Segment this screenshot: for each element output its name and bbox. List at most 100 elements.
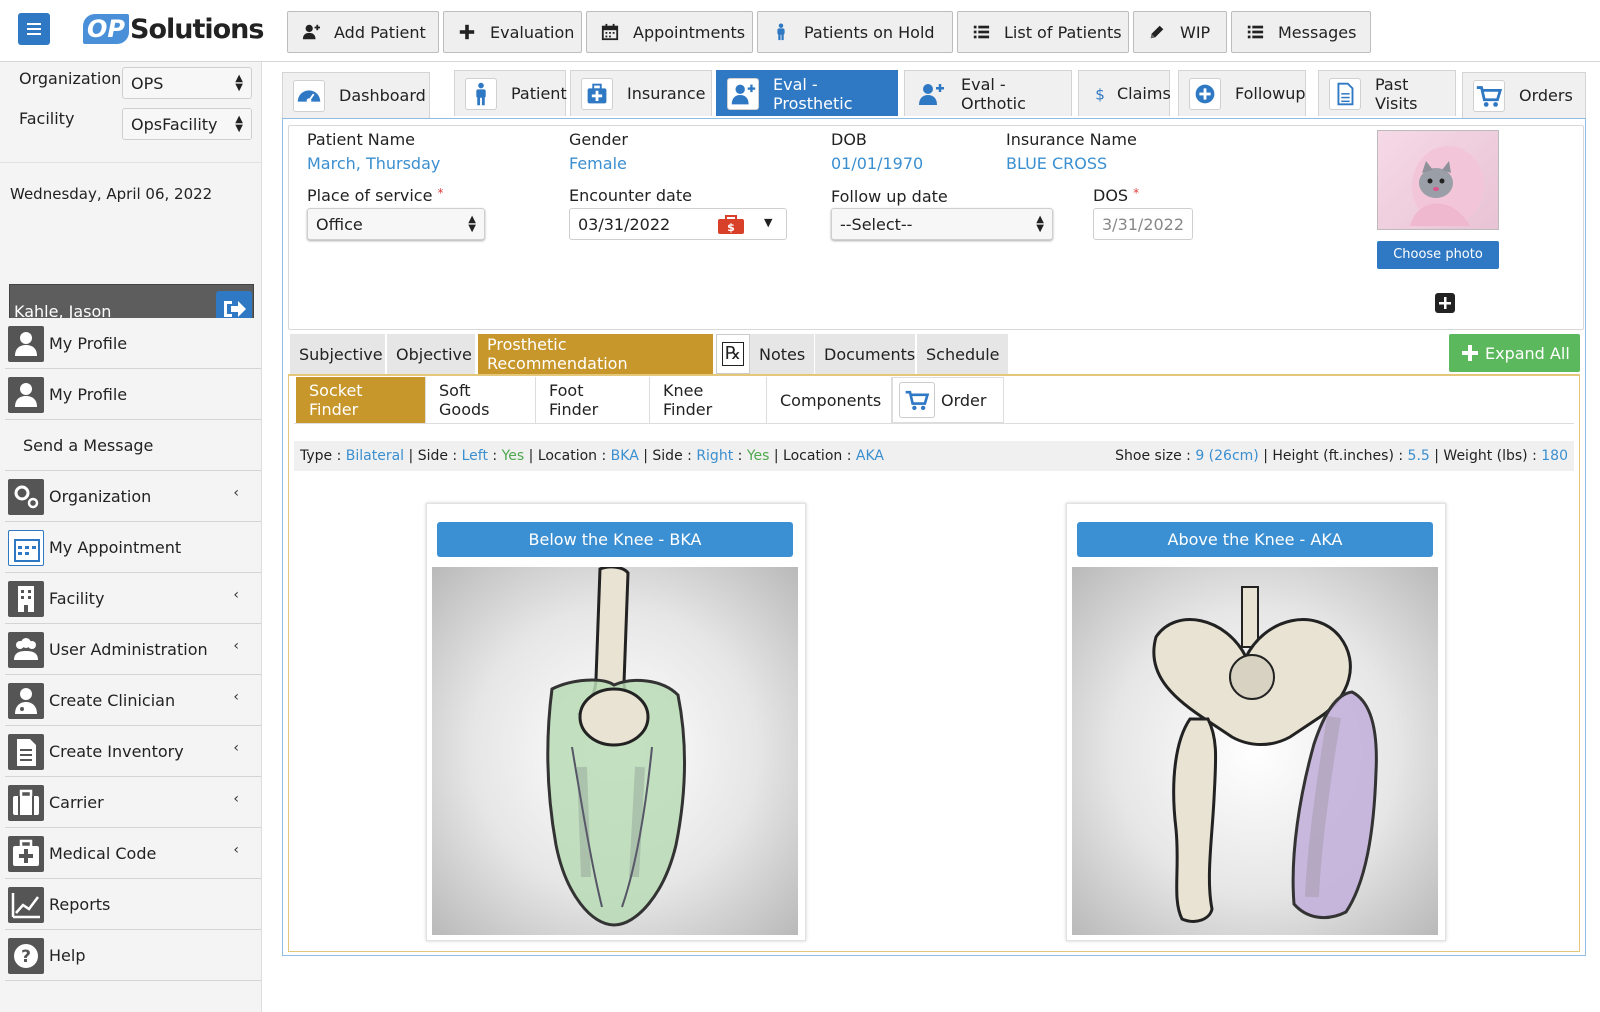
menu-toggle-icon[interactable] [18, 13, 50, 45]
sidebar-item-organization[interactable]: Organization ‹ [5, 471, 261, 522]
pencil-icon [1150, 25, 1164, 39]
patient-name-label: Patient Name [307, 130, 415, 149]
sidebar-item-reports[interactable]: Reports [5, 879, 261, 930]
add-user-icon [915, 78, 947, 110]
users-icon [8, 632, 44, 668]
plus-icon [1462, 345, 1478, 361]
patient-info-box: Patient Name March, Thursday Gender Fema… [288, 125, 1584, 330]
tab-insurance[interactable]: Insurance [570, 70, 712, 116]
facility-select-value: OpsFacility [131, 115, 218, 134]
cart-icon [899, 382, 935, 418]
organization-select[interactable]: OPS ▲ ▼ [122, 67, 252, 99]
separator: | [1434, 448, 1439, 464]
finder-tab-knee-finder[interactable]: Knee Finder [650, 377, 767, 423]
encounter-date-field[interactable]: 03/31/2022 $ ▼ [569, 208, 787, 240]
sidebar-item-facility[interactable]: Facility ‹ [5, 573, 261, 624]
subtab-objective[interactable]: Objective [387, 334, 476, 374]
finder-tab-label: Components [780, 390, 882, 410]
tab-orders[interactable]: Orders [1462, 72, 1586, 118]
separator: | [643, 448, 648, 464]
tab-claims[interactable]: $ Claims [1078, 70, 1171, 116]
add-box-icon[interactable] [1435, 293, 1455, 313]
tab-rx[interactable]: ℞ [716, 334, 750, 374]
question-icon: ? [8, 938, 44, 974]
finder-tab-label: Foot Finder [549, 381, 599, 419]
subtab-prosthetic-recommendation[interactable]: Prosthetic Recommendation [478, 334, 714, 374]
choose-photo-button[interactable]: Choose photo [1377, 241, 1499, 269]
finder-tab-label: Socket Finder [309, 381, 363, 419]
plus-circle-icon [1189, 77, 1221, 110]
caret-down-icon[interactable]: ▼ [764, 216, 772, 229]
follow-up-date-select[interactable]: --Select-- ▲ ▼ [831, 208, 1053, 240]
finder-tab-order[interactable]: Order [892, 377, 1004, 423]
subtab-notes[interactable]: Notes [750, 334, 815, 374]
calendar-icon [8, 530, 44, 566]
side-label: Side : [417, 448, 458, 464]
sidebar-item-send-a-message[interactable]: Send a Message [5, 420, 261, 471]
above-the-knee-button[interactable]: Above the Knee - AKA [1077, 522, 1433, 557]
sidebar-item-help[interactable]: ? Help [5, 930, 261, 981]
aka-illustration[interactable] [1072, 567, 1438, 935]
plus-icon [1439, 297, 1451, 309]
add-patient-button[interactable]: Add Patient [287, 11, 439, 53]
messages-button[interactable]: Messages [1231, 11, 1371, 53]
location-left-value: BKA [610, 448, 639, 464]
finder-tab-label: Knee Finder [663, 381, 713, 419]
sidebar-item-medical-code[interactable]: Medical Code ‹ [5, 828, 261, 879]
evaluation-button[interactable]: Evaluation [443, 11, 582, 53]
weight-label: Weight (lbs) : [1443, 448, 1537, 464]
list-of-patients-button[interactable]: List of Patients [957, 11, 1129, 53]
follow-up-date-value: --Select-- [840, 215, 913, 234]
facility-select[interactable]: OpsFacility ▲ ▼ [122, 108, 252, 140]
app-logo[interactable]: OP Solutions [83, 13, 264, 45]
facility-label: Facility [19, 109, 75, 128]
subtab-label: Objective [396, 344, 472, 364]
wip-button[interactable]: WIP [1133, 11, 1227, 53]
below-the-knee-button[interactable]: Below the Knee - BKA [437, 522, 793, 557]
appointments-button[interactable]: Appointments [586, 11, 753, 53]
tab-label: Patient [511, 84, 567, 103]
list-icon [1247, 25, 1264, 39]
select-arrows-icon: ▲ ▼ [1036, 214, 1044, 234]
side-label: Side : [652, 448, 692, 464]
sidebar-item-label: Help [49, 946, 86, 965]
sidebar-item-my-profile[interactable]: My Profile [5, 369, 261, 420]
sidebar-item-user-administration[interactable]: User Administration ‹ [5, 624, 261, 675]
expand-all-button[interactable]: Expand All [1449, 334, 1580, 372]
billing-icon[interactable]: $ [717, 215, 745, 235]
tab-patient[interactable]: Patient [454, 70, 567, 116]
calendar-icon [601, 23, 619, 41]
weight-value: 180 [1541, 448, 1568, 464]
current-date: Wednesday, April 06, 2022 [10, 185, 213, 203]
finder-tab-label: Soft Goods [439, 381, 490, 419]
logo-text: Solutions [130, 13, 264, 45]
sidebar-item-create-inventory[interactable]: Create Inventory ‹ [5, 726, 261, 777]
sidebar-item-carrier[interactable]: Carrier ‹ [5, 777, 261, 828]
finder-tab-components[interactable]: Components [767, 377, 892, 423]
sidebar-item-label: Create Clinician [49, 691, 176, 710]
tab-followup[interactable]: Followup [1178, 70, 1306, 116]
place-of-service-select[interactable]: Office ▲ ▼ [307, 208, 485, 240]
aka-card: Above the Knee - AKA [1066, 503, 1446, 941]
sidebar-item-create-clinician[interactable]: Create Clinician ‹ [5, 675, 261, 726]
patients-on-hold-button[interactable]: Patients on Hold [757, 11, 953, 53]
encounter-date-label: Encounter date [569, 186, 692, 205]
subtab-schedule[interactable]: Schedule [917, 334, 1009, 374]
gender-label: Gender [569, 130, 628, 149]
organization-select-value: OPS [131, 74, 164, 93]
tab-past-visits[interactable]: Past Visits [1318, 70, 1456, 116]
tab-dashboard[interactable]: Dashboard [282, 72, 430, 118]
tab-eval-orthotic[interactable]: Eval - Orthotic [904, 70, 1072, 116]
sidebar-item-my-profile[interactable]: My Profile [5, 318, 261, 369]
select-arrows-icon: ▲ ▼ [468, 214, 476, 234]
bka-illustration[interactable] [432, 565, 798, 935]
finder-tab-soft-goods[interactable]: Soft Goods [426, 377, 536, 423]
finder-tab-socket-finder[interactable]: Socket Finder [296, 377, 426, 423]
dos-input[interactable]: 3/31/2022 [1093, 208, 1193, 240]
dob-value: 01/01/1970 [831, 154, 924, 173]
tab-eval-prosthetic[interactable]: Eval - Prosthetic [716, 70, 898, 116]
subtab-subjective[interactable]: Subjective [290, 334, 386, 374]
sidebar-item-my-appointment[interactable]: My Appointment [5, 522, 261, 573]
subtab-documents[interactable]: Documents [815, 334, 916, 374]
finder-tab-foot-finder[interactable]: Foot Finder [536, 377, 650, 423]
